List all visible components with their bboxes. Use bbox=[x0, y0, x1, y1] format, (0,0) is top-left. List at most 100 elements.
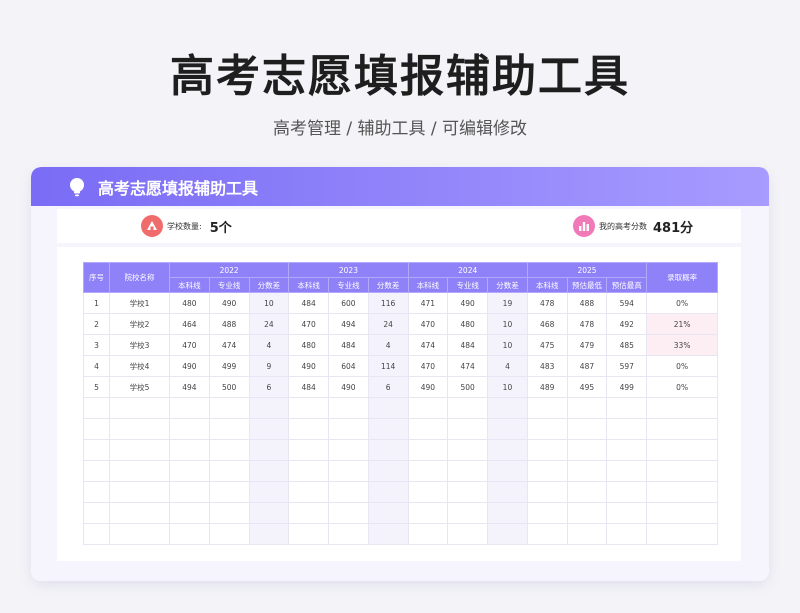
table-cell[interactable]: 485 bbox=[606, 334, 648, 356]
table-cell[interactable] bbox=[526, 523, 568, 545]
table-cell[interactable]: 24 bbox=[248, 313, 290, 335]
table-cell[interactable] bbox=[83, 460, 110, 482]
table-cell[interactable]: 474 bbox=[407, 334, 449, 356]
table-cell[interactable] bbox=[367, 418, 409, 440]
table-cell[interactable]: 学校2 bbox=[109, 313, 170, 335]
table-cell[interactable]: 484 bbox=[288, 376, 330, 398]
table-cell[interactable] bbox=[208, 460, 250, 482]
table-cell[interactable]: 4 bbox=[487, 355, 528, 377]
table-cell[interactable]: 24 bbox=[367, 313, 409, 335]
table-cell[interactable]: 10 bbox=[248, 292, 290, 314]
table-cell[interactable] bbox=[208, 418, 250, 440]
table-cell[interactable]: 9 bbox=[248, 355, 290, 377]
table-cell[interactable] bbox=[367, 460, 409, 482]
table-cell[interactable] bbox=[208, 481, 250, 503]
table-cell[interactable]: 学校1 bbox=[109, 292, 170, 314]
table-cell[interactable]: 499 bbox=[606, 376, 648, 398]
table-cell[interactable] bbox=[169, 460, 210, 482]
table-cell[interactable] bbox=[248, 418, 290, 440]
table-cell[interactable]: 500 bbox=[447, 376, 489, 398]
table-cell[interactable] bbox=[288, 481, 330, 503]
table-cell[interactable]: 594 bbox=[606, 292, 648, 314]
table-cell[interactable]: 604 bbox=[328, 355, 369, 377]
table-cell[interactable]: 470 bbox=[169, 334, 210, 356]
table-cell[interactable]: 114 bbox=[367, 355, 409, 377]
table-cell[interactable] bbox=[606, 502, 648, 524]
table-cell[interactable]: 494 bbox=[328, 313, 369, 335]
table-cell[interactable]: 484 bbox=[288, 292, 330, 314]
table-cell[interactable]: 6 bbox=[248, 376, 290, 398]
table-cell[interactable] bbox=[407, 481, 449, 503]
table-cell[interactable] bbox=[328, 481, 369, 503]
table-cell[interactable]: 470 bbox=[407, 355, 449, 377]
table-cell[interactable] bbox=[328, 523, 369, 545]
table-cell[interactable] bbox=[367, 502, 409, 524]
table-cell[interactable]: 学校3 bbox=[109, 334, 170, 356]
table-cell[interactable] bbox=[447, 502, 489, 524]
table-cell[interactable]: 2 bbox=[83, 313, 110, 335]
table-cell[interactable] bbox=[288, 439, 330, 461]
table-cell[interactable] bbox=[407, 523, 449, 545]
table-cell[interactable] bbox=[487, 502, 528, 524]
table-cell[interactable]: 33% bbox=[646, 334, 719, 356]
table-cell[interactable]: 500 bbox=[208, 376, 250, 398]
table-cell[interactable] bbox=[109, 460, 170, 482]
table-cell[interactable] bbox=[646, 481, 719, 503]
table-cell[interactable] bbox=[566, 397, 608, 419]
table-cell[interactable] bbox=[407, 460, 449, 482]
table-cell[interactable]: 489 bbox=[526, 376, 568, 398]
table-cell[interactable] bbox=[208, 439, 250, 461]
table-cell[interactable] bbox=[83, 523, 110, 545]
table-cell[interactable]: 490 bbox=[169, 355, 210, 377]
table-cell[interactable]: 6 bbox=[367, 376, 409, 398]
table-cell[interactable]: 3 bbox=[83, 334, 110, 356]
table-cell[interactable]: 484 bbox=[328, 334, 369, 356]
table-cell[interactable] bbox=[248, 502, 290, 524]
table-cell[interactable] bbox=[288, 523, 330, 545]
table-cell[interactable] bbox=[328, 502, 369, 524]
table-cell[interactable] bbox=[646, 460, 719, 482]
table-cell[interactable]: 474 bbox=[447, 355, 489, 377]
table-cell[interactable] bbox=[566, 439, 608, 461]
table-cell[interactable] bbox=[83, 397, 110, 419]
table-cell[interactable] bbox=[109, 439, 170, 461]
table-cell[interactable] bbox=[367, 523, 409, 545]
table-cell[interactable] bbox=[288, 418, 330, 440]
table-cell[interactable]: 0% bbox=[646, 292, 719, 314]
table-cell[interactable]: 490 bbox=[328, 376, 369, 398]
table-cell[interactable] bbox=[487, 397, 528, 419]
table-cell[interactable] bbox=[407, 397, 449, 419]
table-cell[interactable] bbox=[83, 439, 110, 461]
table-cell[interactable] bbox=[169, 439, 210, 461]
table-cell[interactable]: 487 bbox=[566, 355, 608, 377]
table-cell[interactable] bbox=[526, 418, 568, 440]
table-cell[interactable] bbox=[566, 481, 608, 503]
table-cell[interactable] bbox=[169, 523, 210, 545]
table-cell[interactable]: 19 bbox=[487, 292, 528, 314]
table-cell[interactable] bbox=[248, 481, 290, 503]
table-cell[interactable] bbox=[109, 523, 170, 545]
table-cell[interactable] bbox=[487, 481, 528, 503]
table-cell[interactable]: 21% bbox=[646, 313, 719, 335]
table-cell[interactable] bbox=[646, 418, 719, 440]
table-cell[interactable] bbox=[407, 502, 449, 524]
table-cell[interactable] bbox=[526, 439, 568, 461]
table-cell[interactable] bbox=[367, 397, 409, 419]
table-cell[interactable] bbox=[169, 397, 210, 419]
table-cell[interactable] bbox=[566, 460, 608, 482]
table-cell[interactable] bbox=[646, 439, 719, 461]
table-cell[interactable] bbox=[109, 502, 170, 524]
table-cell[interactable]: 480 bbox=[288, 334, 330, 356]
table-cell[interactable] bbox=[288, 502, 330, 524]
table-cell[interactable] bbox=[83, 481, 110, 503]
table-cell[interactable]: 学校5 bbox=[109, 376, 170, 398]
table-cell[interactable]: 10 bbox=[487, 334, 528, 356]
table-cell[interactable]: 490 bbox=[208, 292, 250, 314]
table-cell[interactable]: 0% bbox=[646, 355, 719, 377]
table-cell[interactable]: 0% bbox=[646, 376, 719, 398]
table-cell[interactable] bbox=[447, 460, 489, 482]
table-cell[interactable] bbox=[606, 439, 648, 461]
table-cell[interactable] bbox=[526, 502, 568, 524]
table-cell[interactable]: 470 bbox=[288, 313, 330, 335]
table-cell[interactable]: 470 bbox=[407, 313, 449, 335]
